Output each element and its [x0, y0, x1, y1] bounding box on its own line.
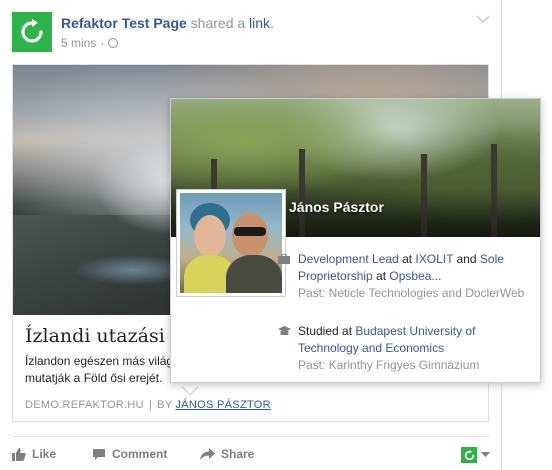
company-link-opsbea[interactable]: Opsbea...	[389, 269, 441, 283]
briefcase-icon	[278, 254, 290, 264]
hovercard-name[interactable]: János Pásztor	[289, 199, 384, 215]
company-link-ixolit[interactable]: IXOLIT	[415, 252, 453, 266]
by-label: BY	[157, 399, 173, 411]
shared-text: shared a	[186, 15, 250, 31]
post-actions: Like Comment Share	[12, 436, 490, 470]
page-name-link[interactable]: Refaktor Test Page	[61, 15, 187, 31]
like-button[interactable]: Like	[12, 447, 56, 461]
profile-picture[interactable]	[176, 189, 286, 297]
post-as-selector[interactable]	[461, 447, 490, 463]
job-title-link[interactable]: Development Lead	[298, 252, 399, 266]
source-separator: |	[148, 399, 153, 411]
link-description: Ízlandon egészen más világ mutatják a Fö…	[25, 354, 174, 385]
thumbs-up-icon	[12, 448, 26, 461]
share-arrow-icon	[200, 447, 215, 460]
like-label: Like	[32, 447, 57, 461]
page-avatar[interactable]	[12, 12, 52, 52]
work-info: Development Lead at IXOLIT and Sole Prop…	[278, 251, 528, 302]
globe-icon[interactable]	[108, 38, 119, 48]
and-text: and	[453, 252, 480, 266]
link-source: DEMO.REFAKTOR.HU | BY JÁNOS PÁSZTOR	[25, 399, 271, 411]
author-line: Refaktor Test Page shared a link.	[61, 15, 274, 31]
caret-down-icon	[481, 452, 490, 457]
timestamp[interactable]: 5 mins	[61, 36, 96, 50]
chevron-down-icon[interactable]	[476, 14, 490, 24]
comment-button[interactable]: Comment	[92, 447, 167, 461]
refresh-icon	[21, 19, 43, 43]
education-info: Studied at Budapest University of Techno…	[278, 323, 528, 374]
sunglasses	[234, 227, 266, 236]
period: .	[270, 15, 274, 31]
share-label: Share	[221, 447, 255, 461]
past-work: Past: Neticle Technologies and DoclerWeb	[298, 286, 525, 300]
author-link[interactable]: JÁNOS PÁSZTOR	[176, 399, 271, 411]
at-text-2: at	[372, 269, 390, 283]
source-domain: DEMO.REFAKTOR.HU	[25, 399, 144, 411]
person-left-face	[194, 215, 226, 257]
past-education: Past: Karinthy Frigyes Gimnázium	[298, 358, 480, 372]
studied-at-text: Studied at	[298, 324, 356, 338]
comment-label: Comment	[112, 447, 168, 461]
profile-hovercard: János Pásztor Development Lead at IXOLIT…	[170, 98, 541, 383]
graduation-cap-icon	[278, 326, 291, 335]
post-header: Refaktor Test Page shared a link. 5 mins…	[12, 12, 490, 56]
profile-picture-image	[180, 193, 282, 293]
meta-separator: ·	[100, 36, 105, 50]
person-right-body	[226, 255, 282, 293]
refresh-icon	[464, 449, 474, 460]
shared-link-word[interactable]: link	[249, 15, 270, 31]
post-meta: 5 mins ·	[61, 36, 119, 50]
share-button[interactable]: Share	[200, 447, 254, 461]
at-text: at	[398, 252, 416, 266]
page-mini-avatar	[461, 447, 477, 463]
comment-icon	[93, 448, 105, 460]
